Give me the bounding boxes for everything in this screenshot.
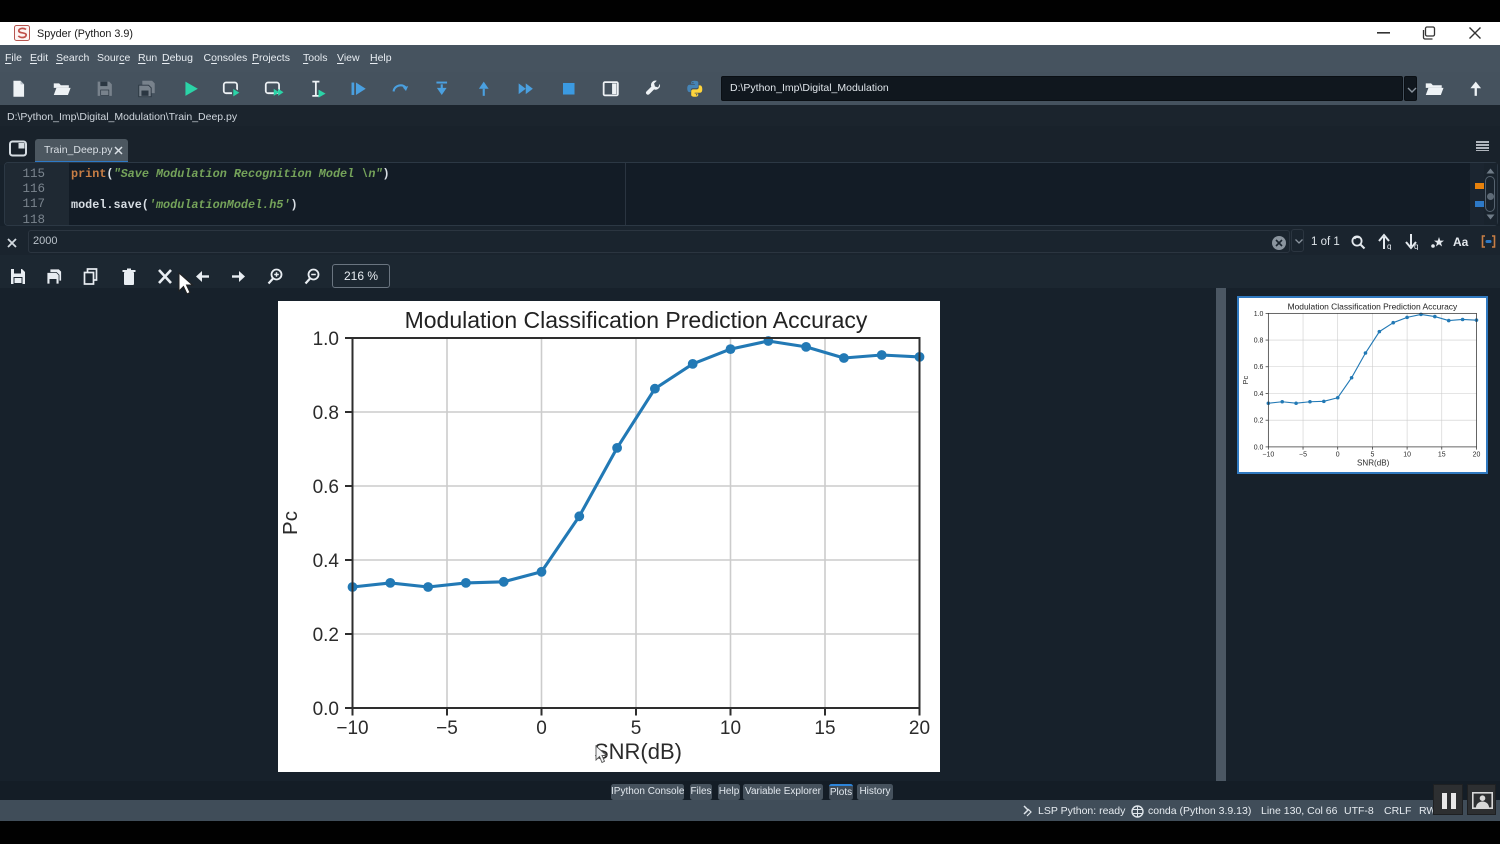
svg-text:20: 20	[909, 718, 930, 739]
svg-text:0.8: 0.8	[1253, 337, 1263, 344]
svg-text:0.0: 0.0	[1253, 444, 1263, 451]
svg-text:−10: −10	[336, 718, 368, 739]
svg-text:q: q	[1414, 242, 1418, 250]
svg-text:−5: −5	[436, 718, 458, 739]
svg-text:−5: −5	[1299, 451, 1307, 458]
svg-text:−10: −10	[1262, 451, 1274, 458]
svg-text:20: 20	[1472, 451, 1480, 458]
svg-text:SNR(dB): SNR(dB)	[1357, 458, 1390, 467]
svg-text:0: 0	[536, 718, 547, 739]
svg-text:Modulation Classification Pred: Modulation Classification Prediction Acc…	[405, 307, 868, 333]
svg-text:0: 0	[1335, 451, 1339, 458]
svg-text:5: 5	[1370, 451, 1374, 458]
svg-text:Modulation Classification Pred: Modulation Classification Prediction Acc…	[1287, 301, 1457, 311]
svg-text:0.2: 0.2	[1253, 417, 1263, 424]
svg-text:10: 10	[720, 718, 741, 739]
svg-text:10: 10	[1403, 451, 1411, 458]
svg-text:0.4: 0.4	[313, 551, 340, 572]
svg-text:0.6: 0.6	[1253, 364, 1263, 371]
svg-text:Pc: Pc	[279, 511, 302, 535]
svg-text:1.0: 1.0	[1253, 310, 1263, 317]
svg-text:1.0: 1.0	[313, 329, 339, 350]
svg-text:0.4: 0.4	[1253, 390, 1263, 397]
svg-text:q: q	[1387, 242, 1391, 250]
svg-text:Pc: Pc	[1241, 375, 1250, 384]
svg-text:0.2: 0.2	[313, 625, 339, 646]
svg-text:0.0: 0.0	[313, 699, 339, 720]
svg-text:15: 15	[1437, 451, 1445, 458]
svg-text:15: 15	[814, 718, 835, 739]
svg-text:0.6: 0.6	[313, 477, 339, 498]
svg-text:5: 5	[631, 718, 642, 739]
svg-text:0.8: 0.8	[313, 403, 339, 424]
